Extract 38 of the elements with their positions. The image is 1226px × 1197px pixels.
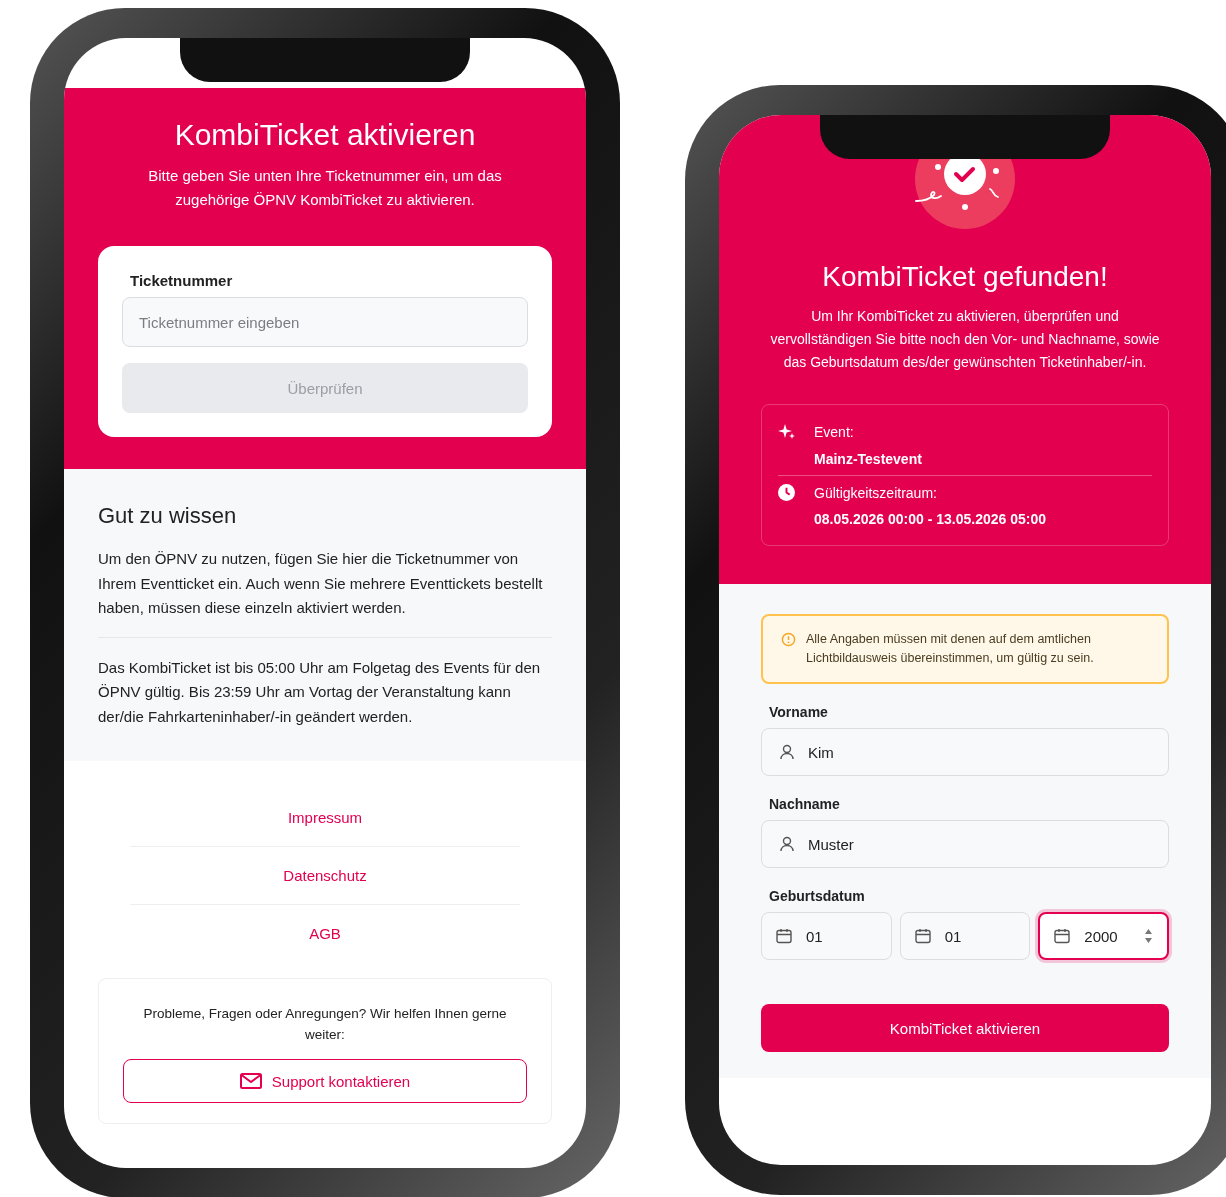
field-label: Vorname [769,704,829,720]
person-icon [780,836,794,852]
field-label: Ticketnummer [130,272,234,289]
date-field[interactable]: 01 [761,912,892,960]
spinner-arrows-icon[interactable] [1144,928,1153,944]
field-label: Geburtsdatum [769,888,866,904]
calendar-icon [776,928,792,944]
activate-button[interactable]: KombiTicket aktivieren [761,1004,1169,1052]
page-title: KombiTicket aktivieren [174,118,476,152]
info-paragraph: Um den ÖPNV zu nutzen, fügen Sie hier die Ticketnummer von Ihrem Eventticket ein. Auch wenn Sie mehrere Eventtickets bestellt haben, müssen diese einzeln aktiviert werden. [98,549,544,618]
page-title: KombiTicket gefunden! [822,261,1108,293]
support-button[interactable]: Support kontaktieren [123,1059,527,1103]
sparkle-icon [778,423,796,441]
detail-label: Gültigkeitszeitraum: [814,484,938,501]
support-text: Probleme, Fragen oder Anregungen? Wir helfen Ihnen gerne weiter: [142,1005,508,1044]
detail-label: Event: [814,424,855,440]
footer-link[interactable]: Impressum [130,789,520,847]
section-heading: Gut zu wissen [98,503,238,529]
date-field[interactable]: 2000 [1038,912,1169,960]
name-field[interactable]: Muster [761,820,1169,868]
detail-value: 08.05.2026 00:00 - 13.05.2026 05:00 [814,511,1047,527]
notice-text: Alle Angaben müssen mit denen auf dem amtlichen Lichtbildausweis übereinstimmen, um gültig zu sein. [806,631,1095,667]
mail-icon [239,1073,262,1089]
calendar-icon [914,928,931,944]
calendar-icon [1054,928,1071,944]
person-icon [780,744,794,760]
page-subtitle: Um Ihr KombiTicket zu aktivieren, überprüfen und vervollständigen Sie bitte noch den Vor- und Nachname, sowie das Geburtsdatum des/der gewünschten Ticketinhaber/-in. [769,307,1161,372]
date-field[interactable]: 01 [899,912,1031,960]
info-paragraph: Das KombiTicket ist bis 05:00 Uhr am Folgetag des Events für den ÖPNV gültig. Bis 23:59 Uhr am Vortag der Veranstaltung kann der/die Fahrkarteninhaber/-in geändert werden. [98,657,542,727]
name-field[interactable]: Kim [761,728,1169,776]
clock-icon [778,484,795,501]
detail-value: Mainz-Testevent [814,451,923,467]
footer-link[interactable]: Datenschutz [130,847,520,905]
page-subtitle: Bitte geben Sie unten Ihre Ticketnummer ein, um das zugehörige ÖPNV KombiTicket zu aktivieren. [147,166,503,210]
ticket-number-field[interactable]: Ticketnummer eingeben [122,297,528,347]
warning-icon [781,632,796,647]
footer-link[interactable]: AGB [130,905,520,962]
field-label: Nachname [769,796,841,812]
